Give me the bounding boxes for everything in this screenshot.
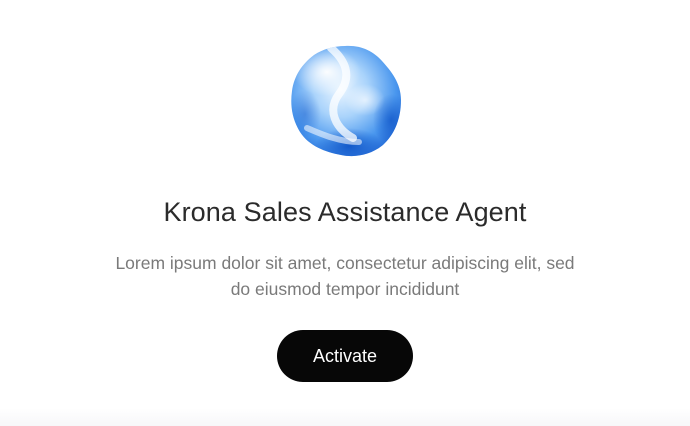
gradient-orb-icon bbox=[287, 42, 407, 162]
agent-description-line-2: do eiusmod tempor incididunt bbox=[230, 279, 460, 299]
activate-button[interactable]: Activate bbox=[277, 330, 413, 382]
agent-card: Krona Sales Assistance Agent Lorem ipsum… bbox=[0, 0, 690, 426]
agent-title: Krona Sales Assistance Agent bbox=[163, 197, 527, 227]
bottom-divider-shade bbox=[0, 408, 690, 426]
agent-description: Lorem ipsum dolor sit amet, consectetur … bbox=[65, 250, 625, 302]
agent-description-line-1: Lorem ipsum dolor sit amet, consectetur … bbox=[115, 253, 575, 273]
